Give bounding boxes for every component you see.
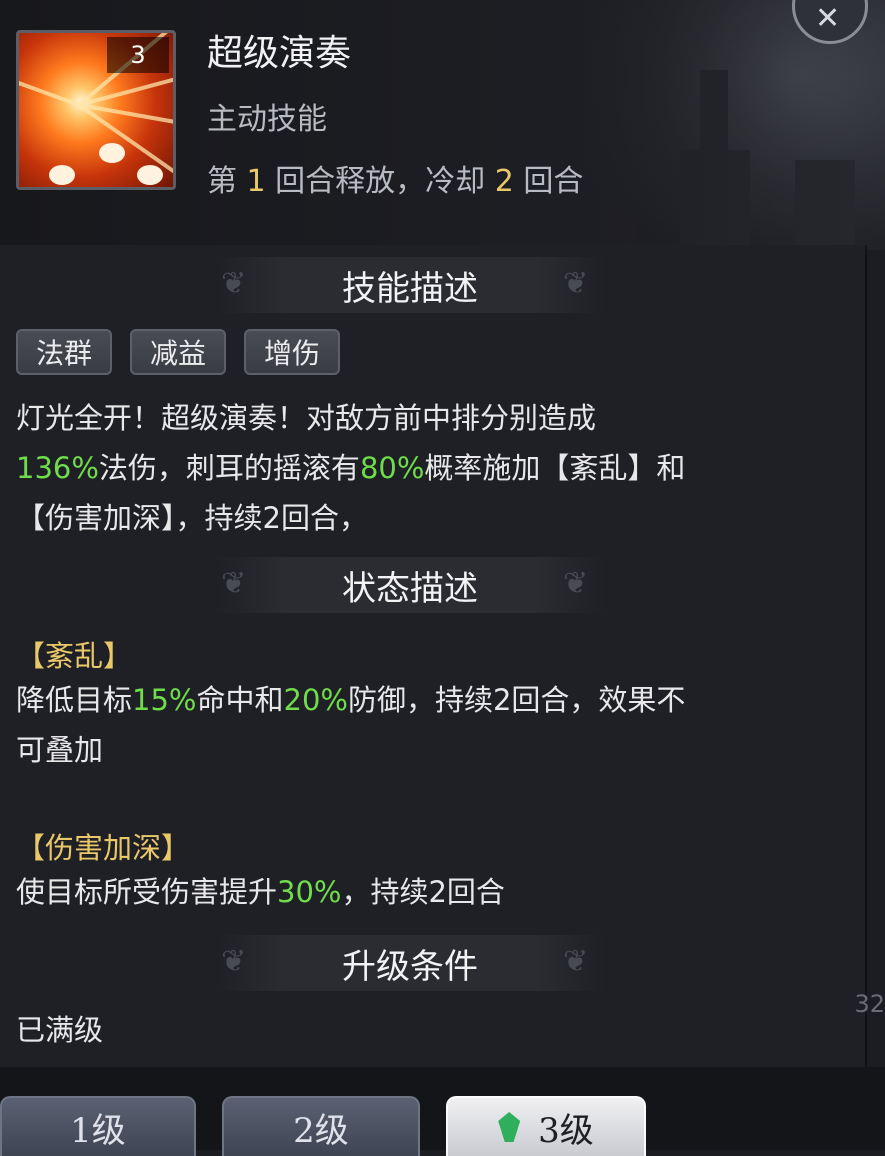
skill-description: 灯光全开！超级演奏！对敌方前中排分别造成 136%法伤，刺耳的摇滚有80%概率施… [16,401,686,535]
skill-desc-header: ❦ 技能描述 ❦ [215,257,605,313]
ornament-left-icon: ❦ [221,266,247,301]
side-number: 32 [854,990,885,1018]
status-description: 使目标所受伤害提升30%，持续2回合 [16,875,505,909]
section-title: 状态描述 [342,568,478,609]
ornament-left-icon: ❦ [221,944,247,979]
skill-level-badge: 3 [107,37,169,73]
tab-level-3[interactable]: 3级 [446,1096,646,1156]
status-name: 【紊乱】 [16,639,133,673]
skill-detail-panel: ❦ 技能描述 ❦ 法群 减益 增伤 灯光全开！超级演奏！对敌方前中排分别造成 1… [0,245,867,1067]
skill-tags: 法群 减益 增伤 [16,329,341,375]
ornament-right-icon: ❦ [563,566,589,601]
section-title: 技能描述 [342,268,478,309]
skill-cooldown: 第 1 回合释放，冷却 2 回合 [207,164,584,199]
skill-icon: 3 [16,30,176,190]
ornament-right-icon: ❦ [563,266,589,301]
tag: 减益 [130,329,227,375]
section-title: 升级条件 [342,946,478,987]
upgrade-header: ❦ 升级条件 ❦ [215,935,605,991]
skill-header: 3 超级演奏 主动技能 第 1 回合释放，冷却 2 回合 [0,0,885,245]
status-name: 【伤害加深】 [16,831,191,865]
gem-icon [498,1112,521,1142]
status-desc-header: ❦ 状态描述 ❦ [215,557,605,613]
status-description: 降低目标15%命中和20%防御，持续2回合，效果不 可叠加 [16,683,686,767]
tag: 增伤 [244,329,341,375]
upgrade-condition: 已满级 [16,1013,104,1047]
skill-type: 主动技能 [207,102,327,137]
tag: 法群 [16,329,113,375]
tab-level-2[interactable]: 2级 [222,1096,420,1156]
close-icon: ✕ [815,1,841,36]
tab-level-1[interactable]: 1级 [0,1096,196,1156]
ornament-right-icon: ❦ [563,944,589,979]
skill-name: 超级演奏 [207,33,352,74]
ornament-left-icon: ❦ [221,566,247,601]
